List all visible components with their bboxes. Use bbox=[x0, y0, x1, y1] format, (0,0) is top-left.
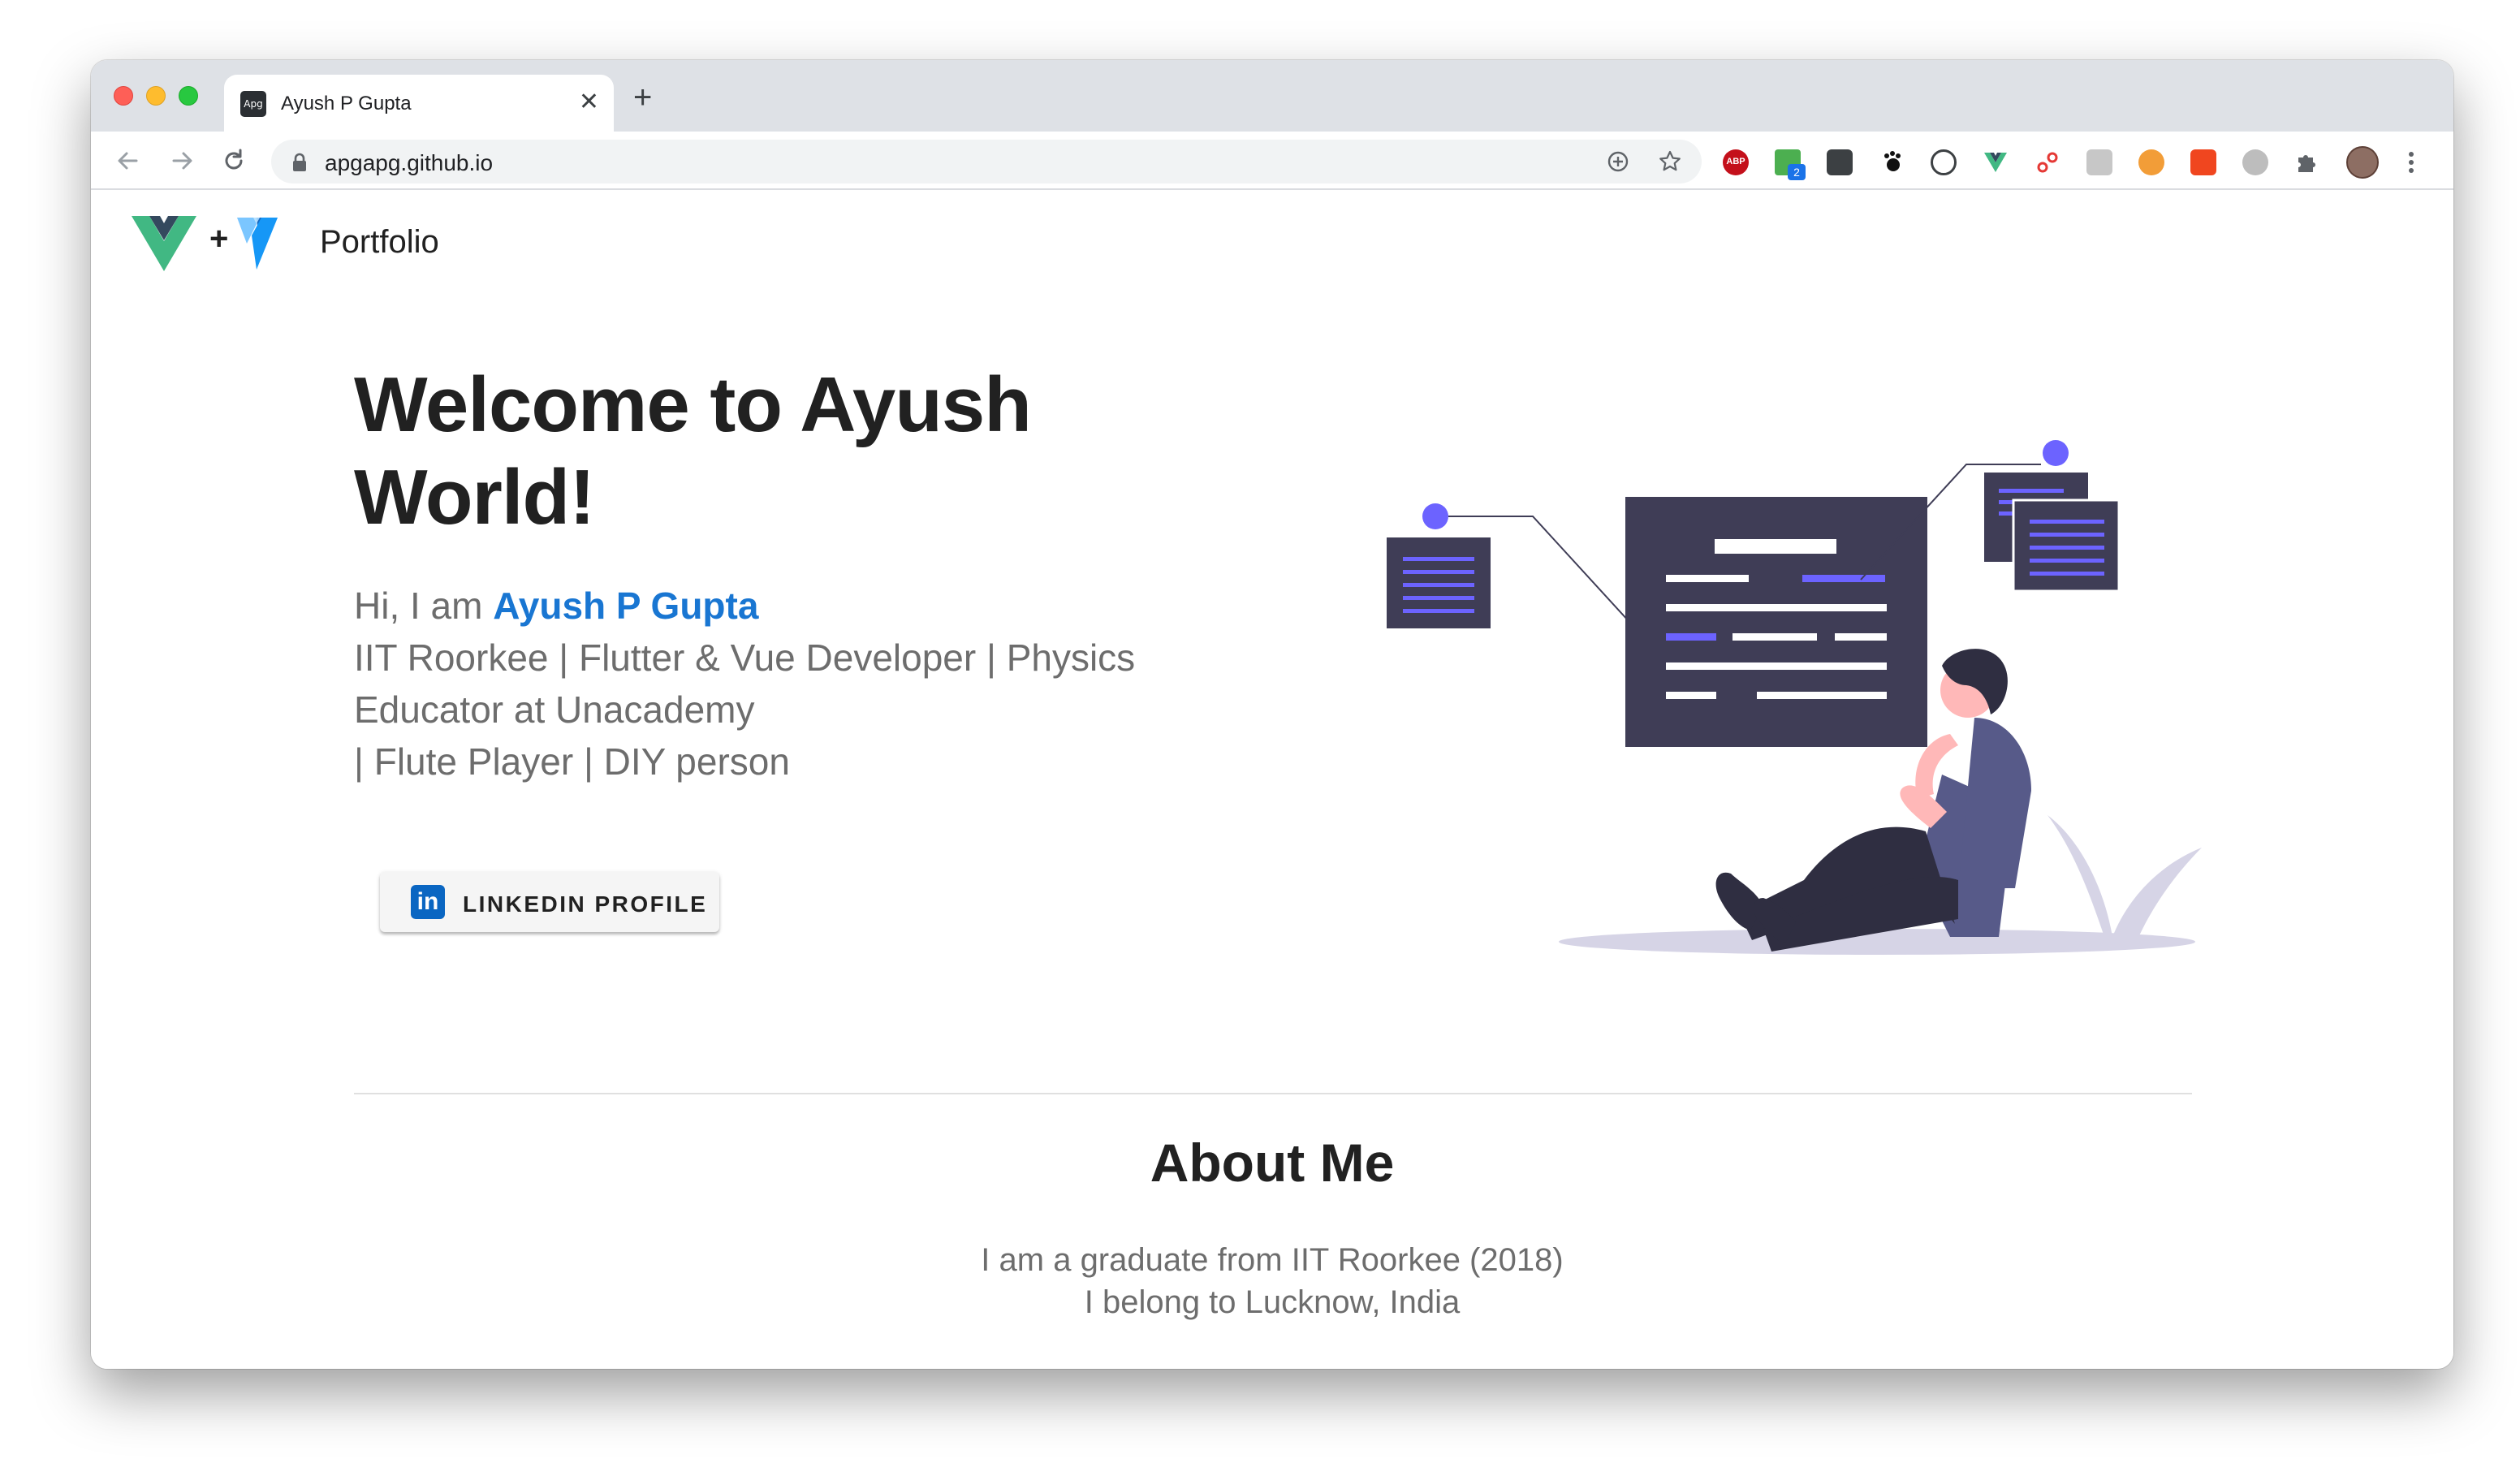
browser-window: Apg Ayush P Gupta ✕ + apgapg.github.io A… bbox=[91, 60, 2453, 1369]
extensions-puzzle-icon[interactable] bbox=[2294, 149, 2320, 175]
forward-icon[interactable] bbox=[164, 143, 200, 179]
puzzle-icon bbox=[2298, 155, 2315, 172]
adblock-label: ABP bbox=[1726, 157, 1745, 166]
paw-icon bbox=[1884, 151, 1901, 171]
brand-title[interactable]: Portfolio bbox=[320, 224, 439, 261]
tab-strip: Apg Ayush P Gupta ✕ + bbox=[91, 60, 2453, 132]
intro-prefix: Hi, I am bbox=[354, 585, 494, 627]
intro-greeting: Hi, I am Ayush P Gupta bbox=[354, 580, 1198, 632]
intro-line-1: IIT Roorkee | Flutter & Vue Developer | … bbox=[354, 637, 1136, 679]
about-line-2: I belong to Lucknow, India bbox=[1084, 1284, 1461, 1320]
logo-plus: + bbox=[209, 221, 229, 257]
about-title: About Me bbox=[1150, 1133, 1395, 1193]
vue-devtools-icon[interactable] bbox=[1983, 149, 2009, 175]
vue-icon bbox=[1984, 153, 2007, 172]
url-text: apgapg.github.io bbox=[325, 150, 494, 175]
tab-title: Ayush P Gupta bbox=[281, 93, 412, 114]
grey-extension-icon[interactable] bbox=[2086, 149, 2112, 175]
intro-text: Hi, I am Ayush P Gupta IIT Roorkee | Flu… bbox=[354, 580, 1198, 788]
hero-illustration bbox=[1387, 440, 2202, 955]
profile-avatar[interactable] bbox=[2346, 146, 2379, 179]
close-tab-icon[interactable]: ✕ bbox=[579, 89, 599, 115]
maximize-window-button[interactable] bbox=[179, 86, 198, 106]
intro-name: Ayush P Gupta bbox=[493, 585, 759, 627]
shield-extension-icon[interactable] bbox=[1827, 149, 1853, 175]
hero-title: Welcome to Ayush World! bbox=[354, 361, 1032, 541]
red-extension-icon[interactable] bbox=[2190, 149, 2216, 175]
extension-badge: 2 bbox=[1788, 164, 1806, 180]
address-bar[interactable]: apgapg.github.io bbox=[271, 140, 1702, 183]
linkedin-profile-button[interactable]: in LINKEDIN PROFILE bbox=[380, 872, 719, 932]
install-app-icon[interactable] bbox=[1606, 149, 1630, 174]
intro-line-2: Educator at Unacademy bbox=[354, 688, 755, 731]
browser-toolbar: apgapg.github.io ABP 2 bbox=[91, 132, 2453, 190]
tab-active[interactable]: Apg Ayush P Gupta ✕ bbox=[224, 75, 614, 132]
linkedin-icon: in bbox=[411, 885, 445, 919]
download-extension-icon[interactable]: 2 bbox=[1775, 149, 1806, 180]
bookmark-star-icon[interactable] bbox=[1658, 149, 1682, 174]
molecule-extension-icon[interactable] bbox=[2035, 149, 2060, 175]
about-line-1: I am a graduate from IIT Roorkee (2018) bbox=[981, 1242, 1564, 1278]
reload-icon[interactable] bbox=[216, 143, 252, 179]
page-content: + Portfolio Welcome to Ayush World! Hi, … bbox=[91, 190, 2453, 1369]
linkedin-button-label: LINKEDIN PROFILE bbox=[463, 891, 708, 917]
gnome-extension-icon[interactable] bbox=[1879, 149, 1905, 175]
minimize-window-button[interactable] bbox=[146, 86, 166, 106]
orange-extension-icon[interactable] bbox=[2138, 149, 2164, 175]
lock-icon bbox=[293, 153, 306, 171]
favicon-icon: Apg bbox=[240, 91, 266, 117]
close-window-button[interactable] bbox=[114, 86, 133, 106]
more-menu-icon[interactable] bbox=[2405, 149, 2418, 175]
section-divider bbox=[354, 1093, 2192, 1094]
new-tab-button[interactable]: + bbox=[633, 81, 652, 114]
intro-line-3: | Flute Player | DIY person bbox=[354, 740, 790, 783]
code-extension-icon[interactable] bbox=[1931, 149, 1957, 175]
adblock-extension-icon[interactable]: ABP bbox=[1723, 149, 1749, 175]
molecule-icon bbox=[2037, 152, 2058, 173]
settings-extension-icon[interactable] bbox=[2242, 149, 2268, 175]
back-icon[interactable] bbox=[110, 143, 146, 179]
